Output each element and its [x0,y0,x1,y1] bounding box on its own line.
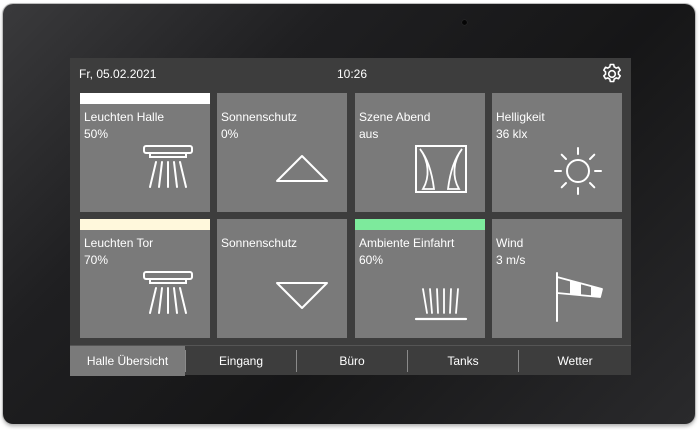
tile-ambiente-einfahrt[interactable]: Ambiente Einfahrt 60% [355,219,485,338]
sun-icon [554,147,602,195]
tab-eingang[interactable]: Eingang [186,346,296,376]
tile-label: Helligkeit [496,110,545,124]
tile-leuchten-tor[interactable]: Leuchten Tor 70% [80,219,210,338]
tab-tanks[interactable]: Tanks [408,346,518,376]
tile-value: aus [359,127,379,141]
tile-label: Szene Abend [359,110,431,124]
tile-status-indicator [80,93,210,104]
tile-value: 0% [221,127,239,141]
tile-label: Sonnenschutz [221,110,298,124]
tile-value: 3 m/s [496,253,526,267]
tile-helligkeit[interactable]: Helligkeit 36 klx [492,93,622,212]
ceiling-light-icon [143,145,193,188]
tile-szene-abend[interactable]: Szene Abend aus [355,93,485,212]
touch-screen: Fr, 05.02.2021 10:26 Leuchten Halle 50% [70,58,631,376]
tile-sonnenschutz-up[interactable]: Sonnenschutz 0% [217,93,347,212]
tile-label: Sonnenschutz [221,236,298,250]
tile-value: 70% [84,253,109,267]
settings-button[interactable] [600,62,624,86]
arrow-up-icon [276,155,328,182]
tile-label: Leuchten Halle [84,110,165,124]
bottom-nav: Halle Übersicht Eingang Büro Tanks Wette… [70,345,631,376]
panel-bezel: Fr, 05.02.2021 10:26 Leuchten Halle 50% [3,4,695,424]
arrow-down-icon [276,282,328,309]
tab-halle-uebersicht[interactable]: Halle Übersicht [70,346,185,376]
tile-label: Ambiente Einfahrt [359,236,455,250]
ceiling-light-icon [143,271,193,314]
ambient-light-icon [414,288,468,321]
tile-wind[interactable]: Wind 3 m/s [492,219,622,338]
status-time: 10:26 [337,67,368,81]
tile-status-indicator [355,219,485,230]
status-bar: Fr, 05.02.2021 10:26 [70,58,631,90]
tile-value: 60% [359,253,384,267]
tile-sonnenschutz-down[interactable]: Sonnenschutz [217,219,347,338]
status-date: Fr, 05.02.2021 [79,67,157,81]
gear-icon [603,63,621,83]
tab-wetter[interactable]: Wetter [519,346,631,376]
windsock-icon [556,272,603,322]
tile-status-indicator [80,219,210,230]
tab-buero[interactable]: Büro [297,346,407,376]
tile-value: 36 klx [496,127,528,141]
tile-label: Wind [496,236,524,250]
curtains-icon [415,145,467,193]
tile-leuchten-halle[interactable]: Leuchten Halle 50% [80,93,210,212]
tile-label: Leuchten Tor [84,236,154,250]
camera-dot [462,20,467,25]
tile-value: 50% [84,127,109,141]
